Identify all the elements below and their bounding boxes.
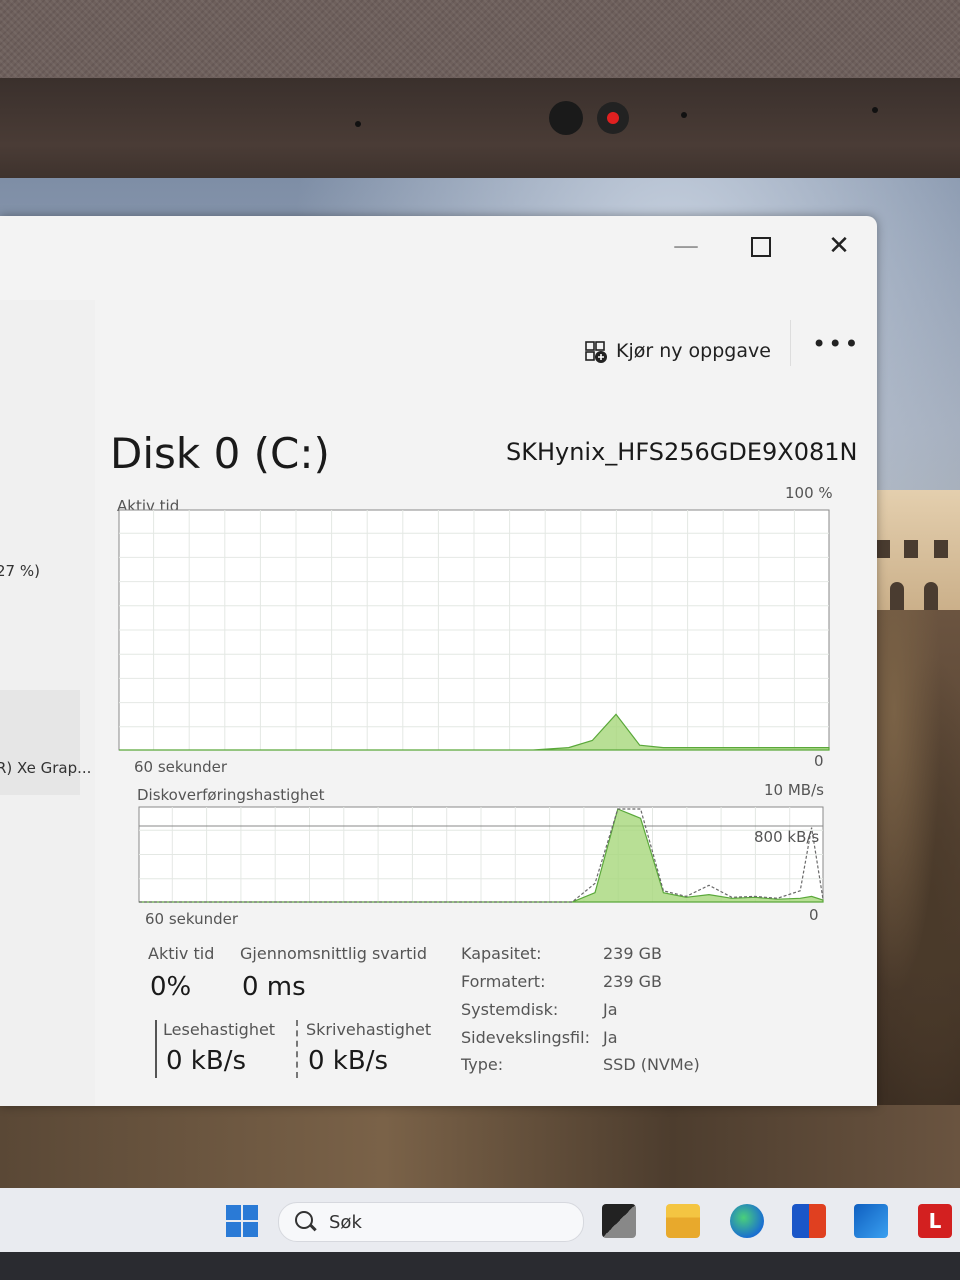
info-formatted-key: Formatert: [461, 972, 546, 991]
stat-read-value: 0 kB/s [166, 1046, 247, 1076]
title-bar: — ✕ [0, 216, 877, 300]
run-new-task-button[interactable]: Kjør ny oppgave [584, 336, 771, 366]
wallpaper-ground [0, 1105, 960, 1190]
info-system-disk-value: Ja [603, 1000, 618, 1019]
transfer-mid-label: 800 kB/s [754, 828, 820, 846]
stat-avg-response-value: 0 ms [242, 972, 306, 1002]
start-icon[interactable] [226, 1205, 258, 1237]
info-type-key: Type: [461, 1055, 504, 1074]
info-pagefile-value: Ja [603, 1028, 618, 1047]
bezel-sensor-dot [681, 112, 687, 118]
transfer-chart-label: Diskoverføringshastighet [137, 786, 325, 804]
task-view-icon[interactable] [602, 1204, 636, 1238]
info-capacity-key: Kapasitet: [461, 944, 542, 963]
info-system-disk-key: Systemdisk: [461, 1000, 559, 1019]
wallpaper-building [866, 490, 960, 610]
write-legend-line [296, 1020, 298, 1078]
sidebar-item-memory-partial[interactable]: 27 %) [0, 562, 40, 580]
active-time-max-label: 100 % [785, 484, 833, 502]
fabric-background [0, 0, 960, 90]
task-manager-window: — ✕ 27 %) R) Xe Grap... Kjør ny oppgave … [0, 216, 877, 1106]
search-icon [295, 1211, 313, 1229]
toolbar-divider [790, 320, 791, 366]
search-label: Søk [329, 1212, 362, 1233]
active-time-min-label: 0 [814, 752, 824, 770]
transfer-rate-chart [138, 806, 824, 903]
sidebar-item-disk-selected[interactable] [0, 690, 80, 795]
read-legend-line [155, 1020, 157, 1078]
minimize-icon: — [673, 231, 699, 261]
active-time-x-label: 60 sekunder [134, 758, 228, 776]
minimize-button[interactable]: — [664, 224, 708, 268]
stat-write-label: Skrivehastighet [306, 1020, 432, 1039]
taskbar-surface: Søk L [0, 1188, 960, 1252]
maximize-button[interactable] [739, 224, 783, 268]
bezel-sensor-dot [355, 121, 361, 127]
bezel-sensor-dot [872, 107, 878, 113]
close-icon: ✕ [828, 231, 850, 261]
transfer-max-label: 10 MB/s [764, 781, 824, 799]
stat-avg-response-label: Gjennomsnittlig svartid [240, 944, 428, 963]
sidebar-item-gpu-partial[interactable]: R) Xe Grap... [0, 759, 91, 777]
performance-sidebar: 27 %) R) Xe Grap... [0, 300, 95, 1106]
webcam-indicator-light [597, 102, 629, 134]
run-task-icon [584, 340, 607, 363]
stat-active-time-value: 0% [150, 972, 192, 1002]
store-icon[interactable] [792, 1204, 826, 1238]
file-explorer-icon[interactable] [666, 1204, 700, 1238]
close-button[interactable]: ✕ [817, 224, 861, 268]
disk-title: Disk 0 (C:) [110, 429, 330, 478]
stat-write-value: 0 kB/s [308, 1046, 389, 1076]
stat-active-time-label: Aktiv tid [148, 944, 215, 963]
outlook-icon[interactable] [854, 1204, 888, 1238]
more-options-button[interactable]: ••• [812, 330, 860, 358]
info-capacity-value: 239 GB [603, 944, 662, 963]
edge-icon[interactable] [730, 1204, 764, 1238]
stat-read-label: Lesehastighet [163, 1020, 276, 1039]
taskbar: Søk L [0, 1188, 960, 1280]
maximize-icon [751, 236, 771, 257]
wallpaper-cliffs [866, 610, 960, 1110]
active-time-chart [118, 509, 830, 751]
transfer-x-label: 60 sekunder [145, 910, 239, 928]
info-type-value: SSD (NVMe) [603, 1055, 700, 1074]
disk-model: SKHynix_HFS256GDE9X081N [506, 438, 858, 466]
info-formatted-value: 239 GB [603, 972, 662, 991]
webcam-lens [549, 101, 583, 135]
taskbar-search-box[interactable]: Søk [278, 1202, 584, 1242]
transfer-min-label: 0 [809, 906, 819, 924]
laptop-bezel [0, 78, 960, 190]
info-pagefile-key: Sidevekslingsfil: [461, 1028, 590, 1047]
run-new-task-label: Kjør ny oppgave [616, 340, 771, 362]
app-l-icon[interactable]: L [918, 1204, 952, 1238]
